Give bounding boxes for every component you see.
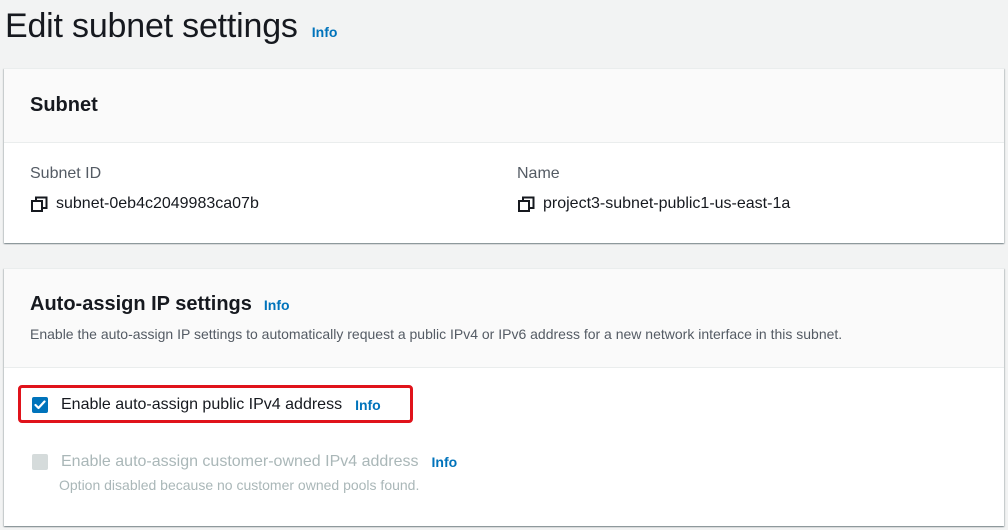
subnet-panel-title: Subnet	[30, 94, 98, 116]
customer-owned-ipv4-option: Enable auto-assign customer-owned IPv4 a…	[32, 453, 457, 471]
page-header: Edit subnet settings Info	[5, 4, 337, 48]
customer-owned-ipv4-label: Enable auto-assign customer-owned IPv4 a…	[61, 453, 419, 470]
public-ipv4-checkbox[interactable]	[32, 397, 48, 413]
auto-assign-description: Enable the auto-assign IP settings to au…	[30, 326, 843, 342]
name-label: Name	[517, 165, 560, 182]
subnet-id-label: Subnet ID	[30, 165, 102, 182]
customer-owned-ipv4-checkbox	[32, 454, 48, 470]
subnet-details: Subnet ID subnet-0eb4c2049983ca07b Name	[4, 143, 1004, 243]
customer-owned-ipv4-helper-text: Option disabled because no customer owne…	[59, 477, 420, 493]
subnet-id-value-row: subnet-0eb4c2049983ca07b	[30, 195, 259, 213]
copy-icon[interactable]	[31, 196, 48, 213]
checkmark-icon	[34, 400, 46, 410]
subnet-id-value: subnet-0eb4c2049983ca07b	[56, 195, 259, 212]
subnet-panel: Subnet Subnet ID subnet-0eb4c2049983ca07…	[4, 68, 1004, 243]
name-field: Name project3-subnet-public1-us-east-1a	[517, 163, 790, 213]
public-ipv4-option: Enable auto-assign public IPv4 address I…	[32, 396, 381, 414]
auto-assign-title-row: Auto-assign IP settings Info	[30, 293, 290, 316]
auto-assign-info-link[interactable]: Info	[264, 297, 290, 313]
page-title: Edit subnet settings	[5, 7, 298, 45]
name-value: project3-subnet-public1-us-east-1a	[543, 195, 791, 212]
name-value-row: project3-subnet-public1-us-east-1a	[517, 195, 790, 213]
auto-assign-panel: Auto-assign IP settings Info Enable the …	[4, 268, 1004, 526]
auto-assign-panel-header: Auto-assign IP settings Info Enable the …	[4, 269, 1004, 368]
public-ipv4-label[interactable]: Enable auto-assign public IPv4 address	[61, 396, 342, 414]
copy-icon[interactable]	[518, 196, 535, 213]
auto-assign-panel-title: Auto-assign IP settings	[30, 293, 252, 315]
customer-owned-ipv4-info-link[interactable]: Info	[432, 454, 458, 470]
public-ipv4-info-link[interactable]: Info	[355, 397, 381, 413]
subnet-id-field: Subnet ID subnet-0eb4c2049983ca07b	[30, 163, 259, 213]
subnet-panel-header: Subnet	[4, 69, 1004, 143]
page-info-link[interactable]: Info	[312, 24, 338, 40]
